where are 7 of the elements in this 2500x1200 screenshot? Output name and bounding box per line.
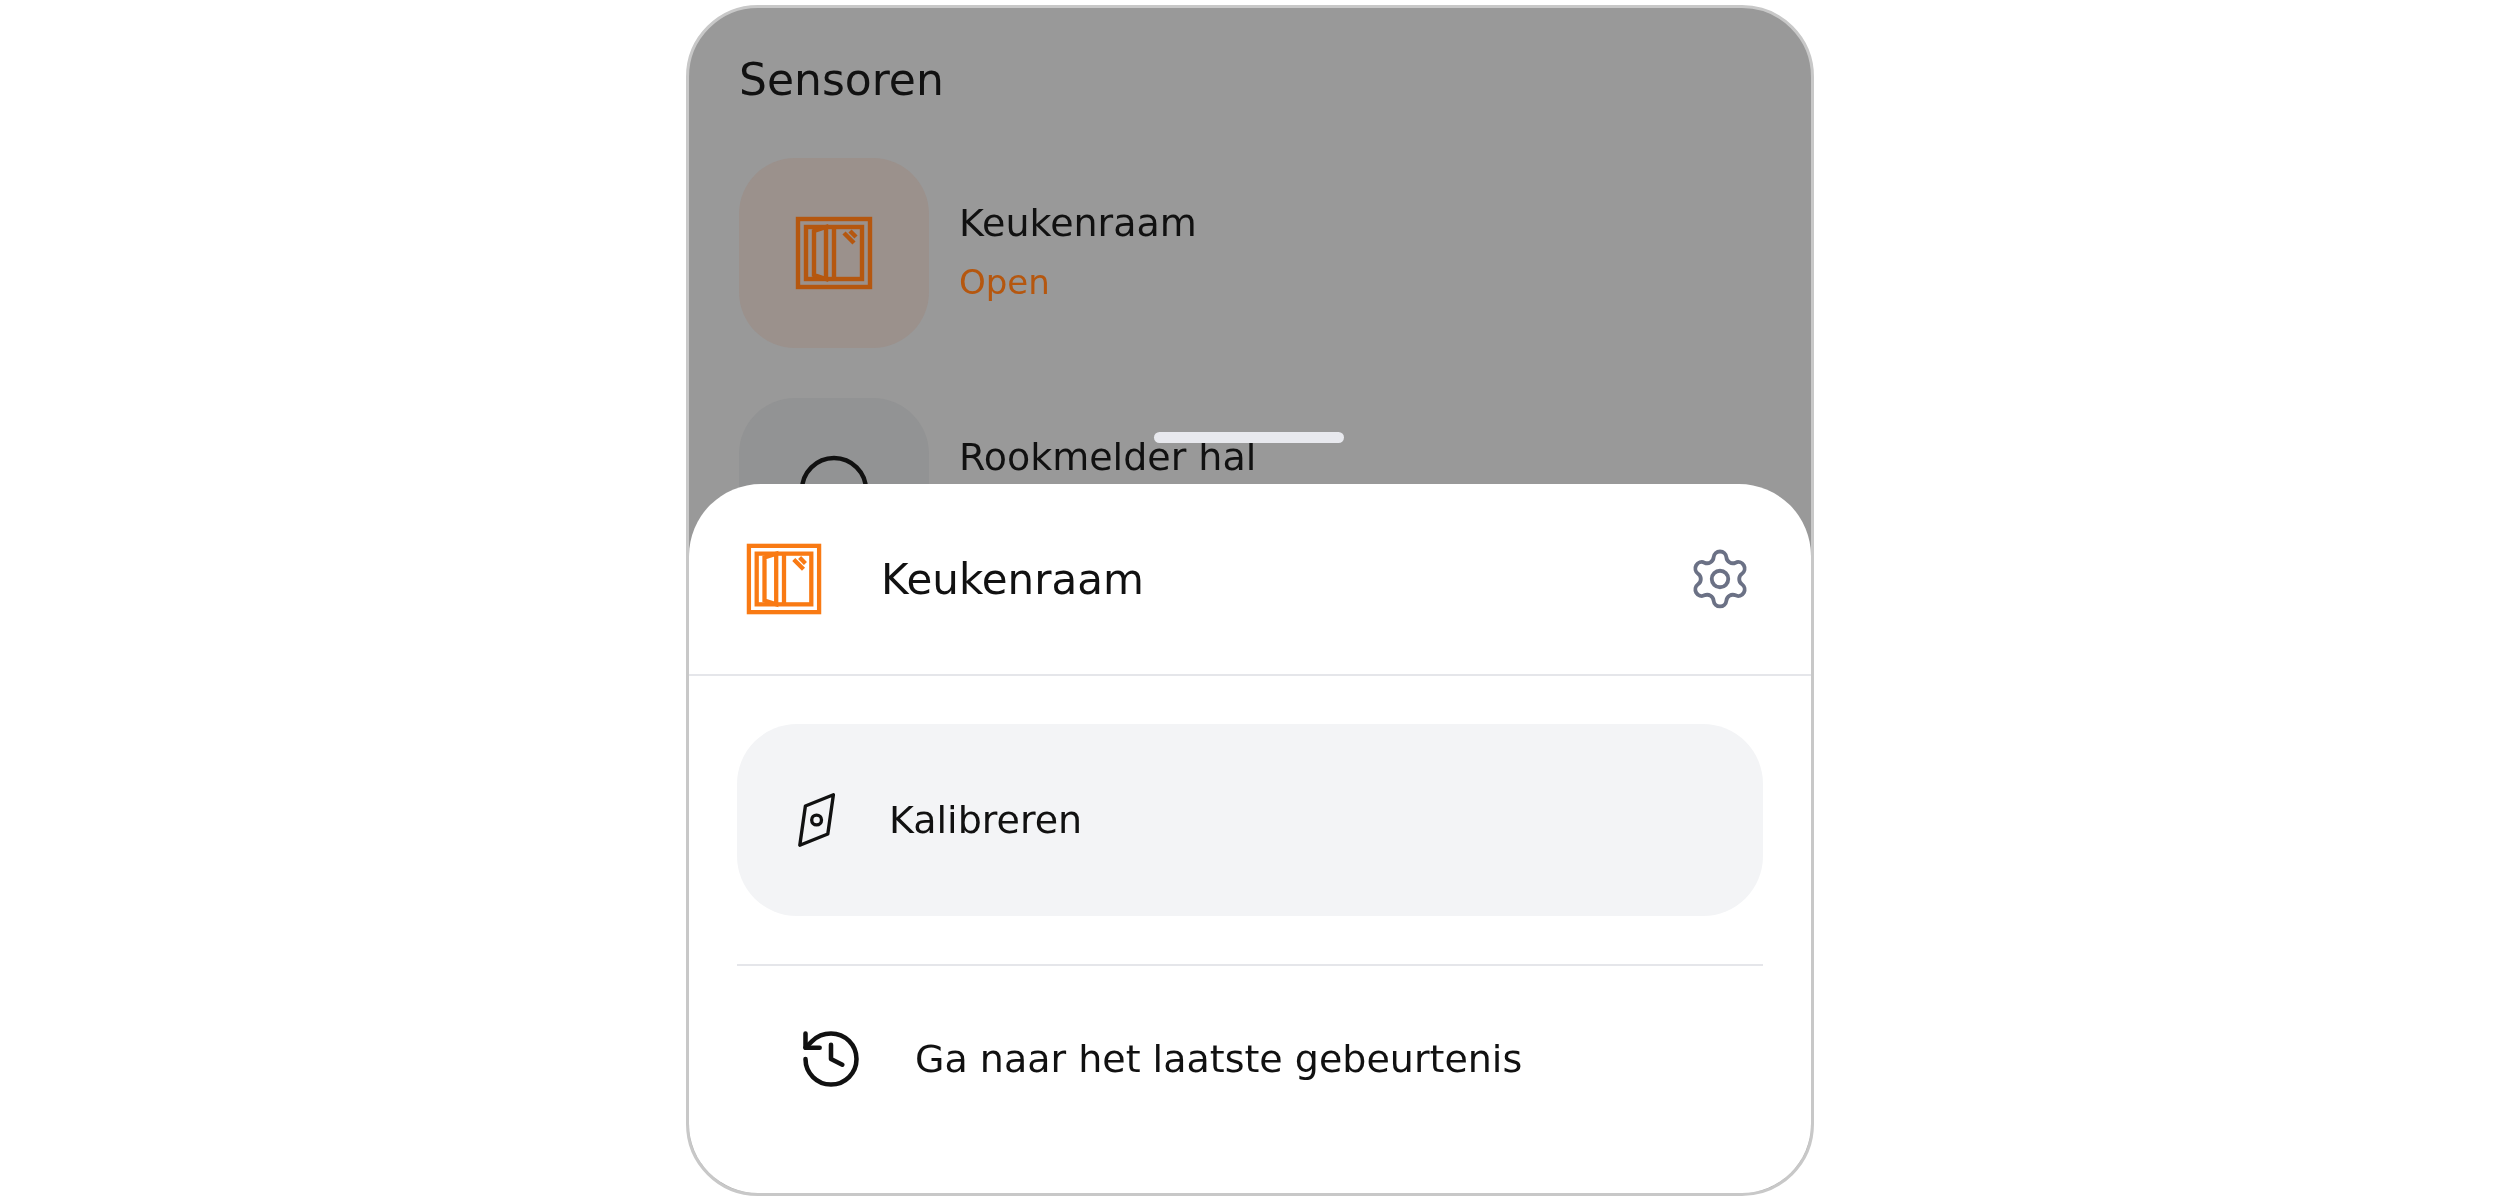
sheet-title: Keukenraam bbox=[881, 554, 1145, 604]
sensor-status: Open bbox=[959, 261, 1051, 302]
menu-item[interactable]: Ga naar het laatste gebeurtenis bbox=[737, 994, 1763, 1124]
sensor-name: Rookmelder hal bbox=[959, 438, 1257, 478]
sensor-name: Keukenraam bbox=[959, 204, 1197, 244]
menu-item[interactable]: Kalibreren bbox=[737, 724, 1763, 916]
screen-title: Sensoren bbox=[739, 53, 945, 107]
